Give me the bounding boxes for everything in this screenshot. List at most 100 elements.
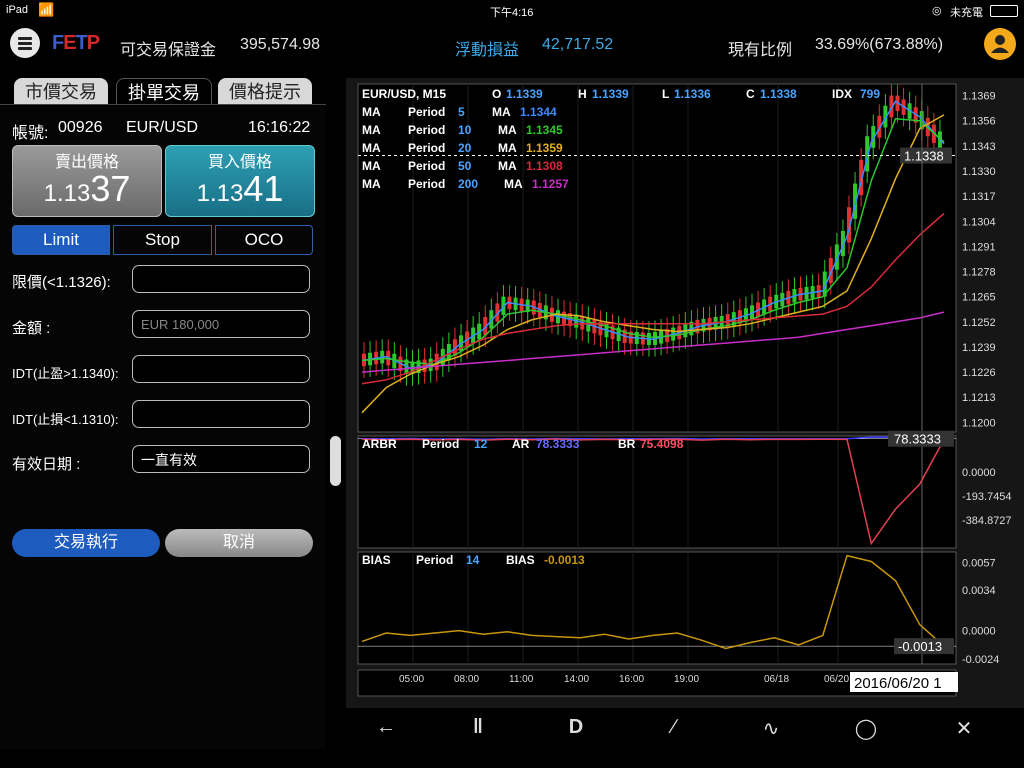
type-limit-button[interactable]: Limit bbox=[12, 225, 110, 255]
price-tick-label: 1.1239 bbox=[962, 342, 996, 354]
price-tick-label: 1.1265 bbox=[962, 292, 996, 304]
execute-button[interactable]: 交易執行 bbox=[12, 529, 160, 557]
type-stop-button[interactable]: Stop bbox=[113, 225, 212, 255]
price-tick-label: 1.1356 bbox=[962, 116, 996, 128]
price-tick-label: 1.1213 bbox=[962, 392, 996, 404]
ma-period-value: 10 bbox=[458, 123, 472, 137]
price-tick-label: 1.1226 bbox=[962, 367, 996, 379]
margin-label: 可交易保證金 bbox=[120, 42, 217, 59]
ma-period-label: Period bbox=[408, 177, 445, 191]
ma-value-label: MA bbox=[498, 159, 517, 173]
bias-tick-label: -0.0024 bbox=[962, 654, 999, 666]
idx-value: 799 bbox=[860, 87, 880, 101]
tab-pending-order[interactable]: 掛單交易 bbox=[116, 78, 212, 105]
d-tool-icon[interactable]: D bbox=[556, 716, 596, 740]
ma-value-label: MA bbox=[504, 177, 523, 191]
ma-period-value: 20 bbox=[458, 141, 472, 155]
time-tick-label: 06/18 bbox=[764, 674, 789, 685]
bias-period-value: 14 bbox=[466, 553, 480, 567]
stop-loss-input[interactable] bbox=[132, 400, 310, 428]
bias-tick-label: 0.0057 bbox=[962, 558, 996, 570]
ma-value: 1.1257 bbox=[532, 177, 569, 191]
drawing-toolbar: ← ‖ D ∕ ∿ ◯ ✕ bbox=[346, 708, 1024, 748]
time-tick-label: 19:00 bbox=[674, 674, 699, 685]
bias-value: -0.0013 bbox=[544, 553, 585, 567]
low-value: 1.1336 bbox=[674, 87, 711, 101]
panel-resize-handle[interactable] bbox=[330, 436, 341, 486]
price-chart[interactable]: 1.1369 1.1356 1.1343 1.1330 1.1317 1.1304 1.12… bbox=[346, 78, 1024, 708]
battery-icon bbox=[990, 5, 1018, 17]
open-value: 1.1339 bbox=[506, 87, 543, 101]
bias-label: BIAS bbox=[362, 553, 391, 567]
arbr-marker-label: 78.3333 bbox=[894, 432, 941, 447]
tab-price-alert[interactable]: 價格提示 bbox=[218, 78, 312, 104]
open-label: O bbox=[492, 87, 501, 101]
pending-order-form: 帳號: 00926 EUR/USD 16:16:22 賣出價格 1.1337 買… bbox=[0, 104, 326, 749]
price-tick-label: 1.1291 bbox=[962, 241, 996, 253]
price-tick-label: 1.1369 bbox=[962, 91, 996, 103]
buy-price-button[interactable]: 買入價格 1.1341 bbox=[165, 145, 315, 217]
price-tick-label: 1.1304 bbox=[962, 216, 996, 228]
time-tick-label: 08:00 bbox=[454, 674, 479, 685]
arbr-panel-bg bbox=[357, 435, 957, 549]
price-tick-label: 1.1330 bbox=[962, 166, 996, 178]
expiry-select[interactable]: 一直有效 bbox=[132, 445, 310, 473]
bias-panel-bg bbox=[357, 551, 957, 665]
tab-market-order[interactable]: 市價交易 bbox=[14, 78, 108, 104]
price-tick-label: 1.1200 bbox=[962, 417, 996, 429]
curve-tool-icon[interactable]: ∿ bbox=[751, 716, 791, 740]
ma-period-label: Period bbox=[408, 123, 445, 137]
ma-period-label: Period bbox=[408, 105, 445, 119]
order-panel: 市價交易 掛單交易 價格提示 帳號: 00926 EUR/USD 16:16:2… bbox=[0, 78, 326, 749]
ma-value: 1.1359 bbox=[526, 141, 563, 155]
sell-price-button[interactable]: 賣出價格 1.1337 bbox=[12, 145, 162, 217]
user-icon[interactable] bbox=[984, 28, 1016, 60]
delete-all-icon[interactable]: ✕ bbox=[944, 716, 984, 740]
limit-price-label: 限價(<1.1326): bbox=[12, 274, 111, 291]
take-profit-input[interactable] bbox=[132, 355, 310, 383]
price-tick-label: 1.1317 bbox=[962, 191, 996, 203]
stop-loss-label: IDT(止損<1.1310): bbox=[12, 412, 119, 427]
ma-value: 1.1344 bbox=[520, 105, 557, 119]
ma-value-label: MA bbox=[498, 141, 517, 155]
main-panel-bg bbox=[357, 83, 957, 433]
arbr-tick-label: -384.8727 bbox=[962, 515, 1012, 527]
idx-label: IDX bbox=[832, 87, 852, 101]
ma-value-label: MA bbox=[492, 105, 511, 119]
time-tick-label: 06/20 bbox=[824, 674, 849, 685]
ratio-label: 現有比例 bbox=[728, 42, 793, 59]
arrow-tool-icon[interactable]: ← bbox=[366, 716, 406, 740]
floating-pl-value: 42,717.52 bbox=[542, 36, 614, 53]
limit-price-input[interactable] bbox=[132, 265, 310, 293]
status-bar: iPad 📶 下午4:16 ◎ 未充電 bbox=[0, 0, 1024, 20]
amount-label: 金額 : bbox=[12, 320, 51, 337]
arbr-tick-label: -193.7454 bbox=[962, 491, 1012, 503]
cancel-button[interactable]: 取消 bbox=[165, 529, 313, 557]
amount-input[interactable]: EUR 180,000 bbox=[132, 310, 310, 338]
ellipse-tool-icon[interactable]: ◯ bbox=[846, 716, 886, 740]
ar-label: AR bbox=[512, 437, 530, 451]
price-tick-label: 1.1252 bbox=[962, 317, 996, 329]
time-tick-label: 05:00 bbox=[399, 674, 424, 685]
device-label: iPad bbox=[6, 4, 29, 16]
ma-period-label: Period bbox=[408, 141, 445, 155]
menu-icon[interactable] bbox=[10, 28, 40, 58]
floating-pl-label: 浮動損益 bbox=[455, 42, 520, 59]
trend-line-icon[interactable]: ∕ bbox=[654, 716, 694, 740]
type-oco-button[interactable]: OCO bbox=[215, 225, 313, 255]
close-value: 1.1338 bbox=[760, 87, 797, 101]
arbr-label: ARBR bbox=[362, 437, 397, 451]
symbol-label: EUR/USD bbox=[126, 119, 199, 136]
bias-tick-label: 0.0000 bbox=[962, 626, 996, 638]
price-tick-label: 1.1278 bbox=[962, 267, 996, 279]
time-tick-label: 14:00 bbox=[564, 674, 589, 685]
arbr-period-label: Period bbox=[422, 437, 459, 451]
ma-label: MA bbox=[362, 141, 381, 155]
ma-label: MA bbox=[362, 159, 381, 173]
chart-area[interactable]: 1.1369 1.1356 1.1343 1.1330 1.1317 1.1304 1.12… bbox=[346, 78, 1024, 746]
buy-price-value: 1.1341 bbox=[196, 168, 284, 209]
br-label: BR bbox=[618, 437, 636, 451]
ma-period-label: Period bbox=[408, 159, 445, 173]
parallel-lines-icon[interactable]: ‖ bbox=[458, 716, 498, 740]
ma-period-value: 200 bbox=[458, 177, 478, 191]
